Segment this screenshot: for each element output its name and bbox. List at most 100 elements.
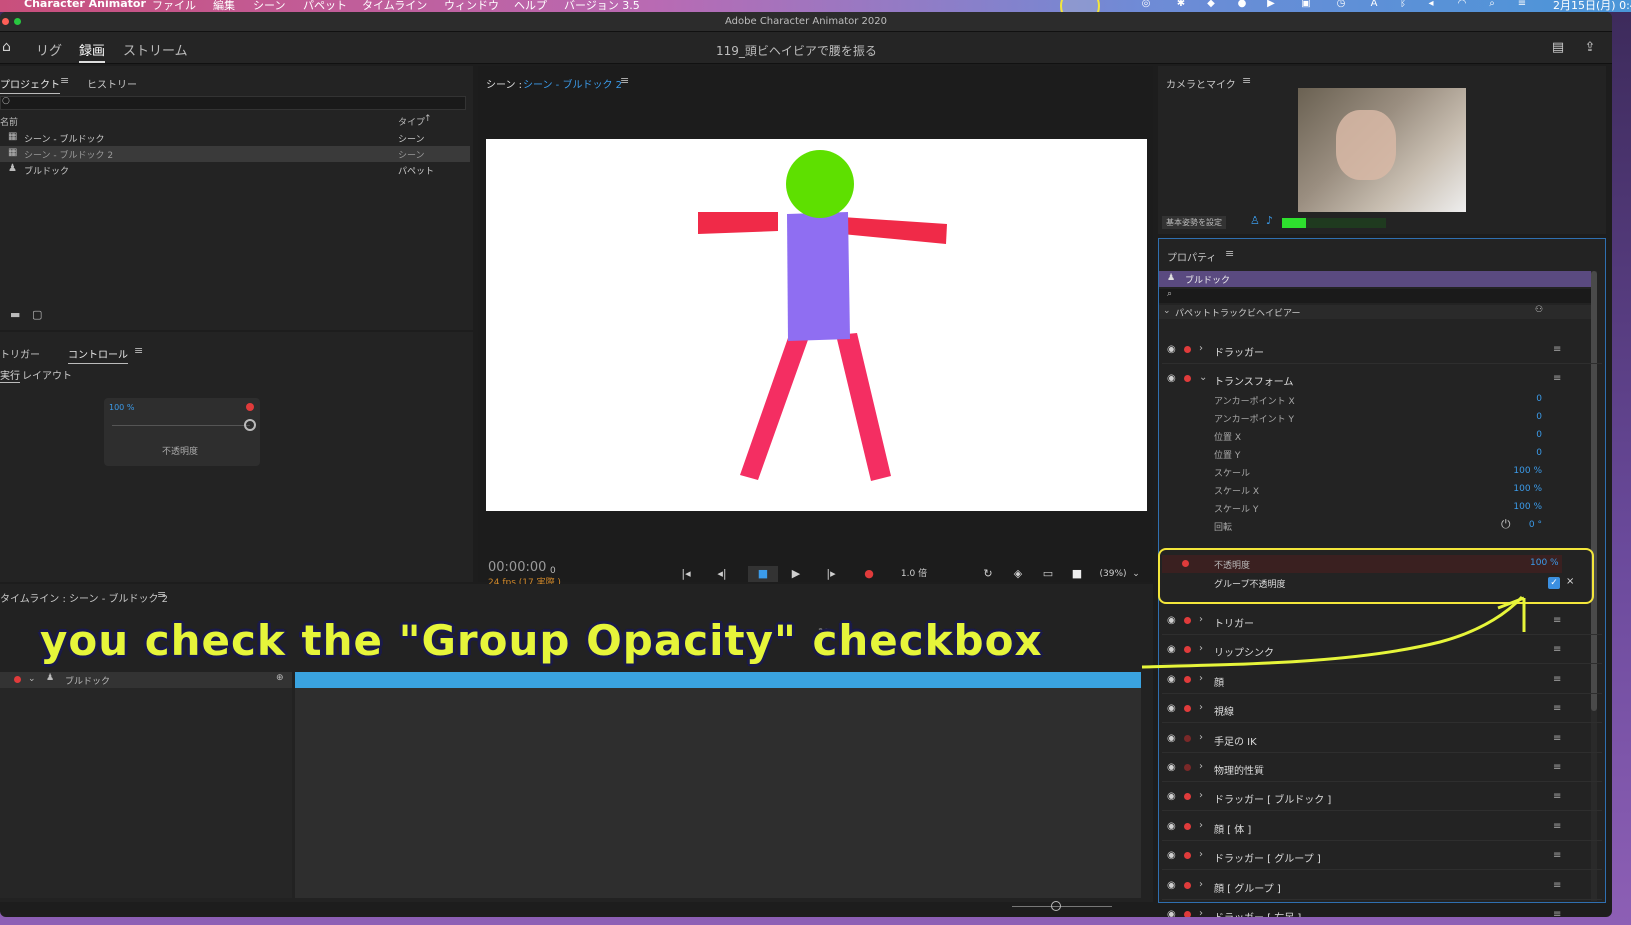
output-icon[interactable]: ▭	[1039, 566, 1057, 582]
chevron-right-icon[interactable]: ›	[1199, 908, 1203, 917]
tab-controls[interactable]: コントロール	[68, 346, 128, 364]
section-header[interactable]: ⌄ パペットトラックビヘイビアー ⚇	[1159, 305, 1591, 319]
menu-icon[interactable]: ≡	[1553, 733, 1561, 744]
status-icon[interactable]: ✱	[1175, 0, 1187, 9]
eye-icon[interactable]: ◉	[1167, 344, 1176, 355]
chevron-right-icon[interactable]: ›	[1199, 790, 1203, 801]
param-scale[interactable]: スケール 100 %	[1162, 463, 1562, 481]
record-dot-icon[interactable]	[1184, 881, 1191, 889]
menu-icon[interactable]: ≡	[1553, 821, 1561, 832]
chevron-down-icon[interactable]: ⌄	[1199, 372, 1207, 383]
tab-stream[interactable]: ストリーム	[123, 40, 188, 59]
behavior-row[interactable]: ◉ › 物理的性質 ≡	[1162, 754, 1602, 782]
status-icon[interactable]: ●	[1236, 0, 1248, 9]
timeline-zoom-slider[interactable]	[1012, 906, 1112, 907]
project-item[interactable]: ♟ ブルドック パペット	[0, 162, 470, 178]
lock-icon[interactable]: ⊕	[276, 673, 284, 683]
subtab-perform[interactable]: 実行	[0, 367, 20, 383]
subtab-layout[interactable]: レイアウト	[22, 367, 72, 382]
menu-icon[interactable]: ≡	[1553, 373, 1561, 384]
project-item[interactable]: ▦ シーン - ブルドック シーン	[0, 130, 470, 146]
webcam-icon[interactable]: ♙	[1250, 214, 1260, 227]
volume-icon[interactable]: ◂	[1425, 0, 1437, 9]
puppet-left-leg[interactable]	[740, 335, 809, 480]
behavior-row[interactable]: ◉ › 手足の IK ≡	[1162, 725, 1602, 753]
set-rest-pose-button[interactable]: 基本姿勢を設定	[1162, 216, 1226, 229]
menu-icon[interactable]: ≡	[1553, 615, 1561, 626]
chevron-right-icon[interactable]: ›	[1199, 343, 1203, 354]
timecode[interactable]: 00:00:00	[488, 560, 546, 575]
behavior-row[interactable]: ◉ › 視線 ≡	[1162, 695, 1602, 724]
record-dot-icon[interactable]	[1184, 346, 1191, 353]
track-name[interactable]: ブルドック	[65, 674, 110, 687]
behavior-row[interactable]: ◉ › 顔 [ 体 ] ≡	[1162, 813, 1602, 841]
search-icon[interactable]: ⌕	[1486, 0, 1498, 9]
slider-track[interactable]	[112, 425, 250, 426]
scene-canvas[interactable]	[486, 139, 1147, 511]
menu-clock[interactable]: 2月15日(月) 0:4	[1553, 0, 1631, 12]
puppet-right-arm[interactable]	[842, 217, 947, 244]
eye-icon[interactable]: ◉	[1167, 821, 1176, 832]
param-scale-x[interactable]: スケール X 100 %	[1162, 481, 1562, 499]
menu-icon[interactable]: ≡	[134, 344, 143, 357]
record-dot-icon[interactable]	[1184, 911, 1191, 917]
go-to-start-button[interactable]: |◂	[677, 566, 695, 582]
puppet-head[interactable]	[786, 150, 854, 218]
behavior-row-transform[interactable]: ◉ ⌄ トランスフォーム ≡	[1162, 365, 1602, 393]
record-dot-icon[interactable]	[1184, 734, 1191, 742]
chevron-right-icon[interactable]: ›	[1199, 702, 1203, 713]
clock-icon[interactable]: ◷	[1335, 0, 1347, 9]
eye-icon[interactable]: ◉	[1167, 850, 1176, 861]
mic-icon[interactable]: ♪	[1266, 214, 1273, 227]
control-center-icon[interactable]: ≡	[1516, 0, 1528, 9]
properties-search-input[interactable]: ⌕	[1159, 289, 1591, 303]
param-anchor-y[interactable]: アンカーポイント Y0	[1162, 409, 1562, 427]
behavior-row[interactable]: ◉ › 顔 [ グループ ] ≡	[1162, 872, 1602, 900]
behavior-row[interactable]: ◉ › ドラッガー [ グループ ] ≡	[1162, 842, 1602, 871]
menu-icon[interactable]: ≡	[620, 74, 629, 87]
timeline-body[interactable]	[295, 688, 1141, 898]
step-forward-button[interactable]: |▸	[822, 566, 840, 582]
new-item-icon[interactable]: ▢	[32, 308, 42, 321]
menu-icon[interactable]: ≡	[1553, 703, 1561, 714]
behavior-row[interactable]: ◉ › ドラッガー [ 右足 ] ≡	[1162, 901, 1602, 917]
tab-rig[interactable]: リグ	[36, 40, 62, 59]
param-anchor-x[interactable]: アンカーポイント X0	[1162, 391, 1562, 409]
puppet-header[interactable]: ♟ ブルドック	[1159, 271, 1591, 287]
puppet-left-arm[interactable]	[698, 212, 778, 234]
menu-icon[interactable]: ≡	[1553, 344, 1561, 355]
step-back-button[interactable]: ◂|	[713, 566, 731, 582]
menu-icon[interactable]: ≡	[60, 74, 69, 87]
track-header[interactable]: ⌄ ♟ ブルドック ⊕	[0, 672, 292, 688]
opacity-slider-control[interactable]: 100 % 不透明度	[104, 398, 260, 466]
chevron-right-icon[interactable]: ›	[1199, 849, 1203, 860]
menu-icon[interactable]: ≡	[1242, 74, 1251, 87]
status-icon[interactable]: ◎	[1140, 0, 1152, 9]
timeline-track-bar[interactable]	[295, 672, 1141, 688]
zoom-level[interactable]: (39%)	[1098, 566, 1128, 582]
folder-icon[interactable]: ▬	[10, 308, 20, 321]
tab-history[interactable]: ヒストリー	[87, 76, 137, 91]
chevron-right-icon[interactable]: ›	[1199, 820, 1203, 831]
eye-icon[interactable]: ◉	[1167, 791, 1176, 802]
column-header-type[interactable]: タイプ	[398, 115, 425, 128]
play-button[interactable]: ▶	[787, 566, 805, 582]
record-dot-icon[interactable]	[1184, 764, 1191, 771]
status-icon[interactable]: ▣	[1300, 0, 1312, 9]
menu-icon[interactable]: ≡	[1225, 247, 1234, 260]
behavior-row[interactable]: ◉ › ドラッガー [ ブルドック ] ≡	[1162, 783, 1602, 812]
puppet-figure[interactable]	[486, 139, 1147, 511]
menu-app-name[interactable]: Character Animator	[24, 0, 146, 10]
menu-icon[interactable]: ≡	[157, 588, 166, 601]
eye-icon[interactable]: ◉	[1167, 762, 1176, 773]
playback-speed[interactable]: 1.0 倍	[896, 566, 932, 582]
onion-skin-icon[interactable]: ◈	[1009, 566, 1027, 582]
input-icon[interactable]: A	[1368, 0, 1380, 9]
menu-file[interactable]: ファイル	[152, 0, 196, 12]
dropbox-icon[interactable]: ◆	[1205, 0, 1217, 9]
eye-icon[interactable]: ◉	[1167, 880, 1176, 891]
menu-edit[interactable]: 編集	[213, 0, 235, 12]
menu-help[interactable]: ヘルプ	[514, 0, 547, 12]
record-button[interactable]: ●	[860, 566, 878, 582]
menu-version[interactable]: バージョン 3.5	[564, 0, 640, 12]
